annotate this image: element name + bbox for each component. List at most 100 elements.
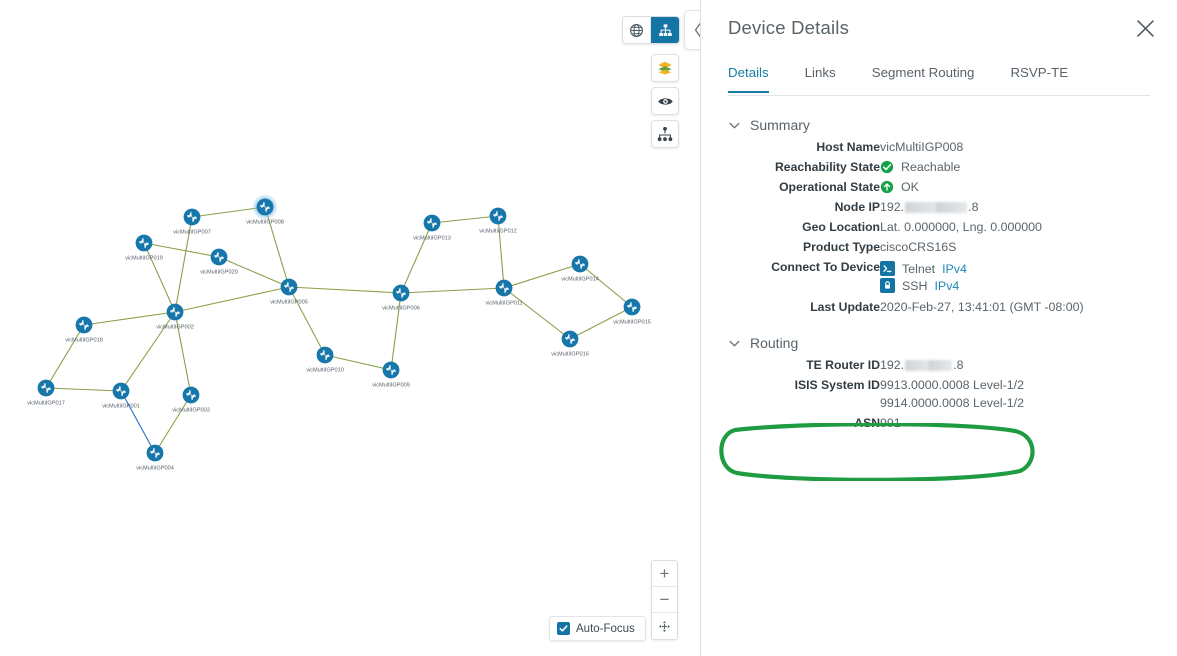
topology-node[interactable]: vicMultiIGP002 xyxy=(156,303,194,331)
topology-node[interactable]: vicMultiIGP005 xyxy=(270,278,308,306)
topology-node[interactable]: vicMultiIGP014 xyxy=(561,255,599,283)
zoom-out-button[interactable]: − xyxy=(652,587,677,613)
topology-edge[interactable] xyxy=(45,324,85,389)
topology-node[interactable]: vicMultiIGP008 xyxy=(246,194,284,226)
routing-section-header[interactable]: Routing xyxy=(728,335,1177,351)
topology-edge[interactable] xyxy=(154,394,192,454)
hierarchy-button[interactable] xyxy=(651,120,679,148)
router-icon[interactable] xyxy=(489,207,507,225)
router-icon[interactable] xyxy=(623,298,641,316)
connect-option-telnet[interactable]: Telnet IPv4 xyxy=(880,260,1084,277)
topology-edge[interactable] xyxy=(579,263,633,308)
isis-system-id-values: 9913.0000.0008 Level-1/2 9914.0000.0008 … xyxy=(880,375,1024,413)
router-icon[interactable] xyxy=(561,330,579,348)
zoom-controls[interactable]: + − xyxy=(651,560,678,640)
node-ip-value-cell: 192. .8 xyxy=(880,197,1084,217)
node-ip-prefix: 192. xyxy=(880,200,905,214)
topology-node[interactable]: vicMultiIGP006 xyxy=(382,284,420,312)
visibility-button[interactable] xyxy=(651,87,679,115)
router-icon[interactable] xyxy=(182,386,200,404)
row-isis-system-id: ISIS System ID 9913.0000.0008 Level-1/2 … xyxy=(728,375,1024,413)
geographic-view-button[interactable] xyxy=(623,17,651,43)
router-icon[interactable] xyxy=(135,234,153,252)
router-icon[interactable] xyxy=(392,284,410,302)
map-layers-button[interactable] xyxy=(651,54,679,82)
geo-location-value: Lat. 0.000000, Lng. 0.000000 xyxy=(880,220,1042,234)
router-icon[interactable] xyxy=(316,346,334,364)
topology-node[interactable]: vicMultiIGP010 xyxy=(306,346,344,374)
node-ip-label: Node IP xyxy=(834,200,880,214)
topology-edge[interactable] xyxy=(431,215,499,224)
router-icon[interactable] xyxy=(423,214,441,232)
topology-icon xyxy=(658,23,672,36)
topology-node[interactable]: vicMultiIGP018 xyxy=(65,316,103,344)
topology-edge[interactable] xyxy=(400,287,505,294)
router-icon[interactable] xyxy=(495,279,513,297)
topology-node-label: vicMultiIGP001 xyxy=(102,404,140,410)
lock-icon xyxy=(880,278,895,293)
collapse-panel-button[interactable] xyxy=(684,10,700,50)
topology-graph[interactable]: vicMultiIGP008 vicMultiIGP007 vicMultiIGP0… xyxy=(0,0,700,656)
last-update-value: 2020-Feb-27, 13:41:01 (GMT -08:00) xyxy=(880,300,1084,314)
topology-edge[interactable] xyxy=(83,311,176,326)
tab-segment-routing[interactable]: Segment Routing xyxy=(872,56,975,93)
topology-node[interactable]: vicMultiIGP003 xyxy=(172,386,210,414)
topology-edge[interactable] xyxy=(45,387,122,392)
router-icon[interactable] xyxy=(75,316,93,334)
router-icon[interactable] xyxy=(382,361,400,379)
auto-focus-toggle[interactable]: Auto-Focus xyxy=(549,616,646,641)
router-icon[interactable] xyxy=(146,444,164,462)
row-host-name: Host Name vicMultiIGP008 xyxy=(728,137,1084,157)
telnet-protocol-link[interactable]: IPv4 xyxy=(942,262,967,276)
close-panel-button[interactable] xyxy=(1133,16,1157,40)
topology-node[interactable]: vicMultiIGP001 xyxy=(102,382,140,410)
tab-rsvp-te[interactable]: RSVP-TE xyxy=(1010,56,1068,93)
topology-node[interactable]: vicMultiIGP007 xyxy=(173,208,211,236)
connect-option-ssh[interactable]: SSH IPv4 xyxy=(880,277,1084,294)
logical-view-button[interactable] xyxy=(651,17,679,43)
topology-edge[interactable] xyxy=(288,286,326,356)
topology-node[interactable]: vicMultiIGP016 xyxy=(551,330,589,358)
topology-edge[interactable] xyxy=(400,222,433,294)
topology-nodes[interactable]: vicMultiIGP008 vicMultiIGP007 vicMultiIGP0… xyxy=(27,194,651,472)
router-icon[interactable] xyxy=(112,382,130,400)
topology-canvas[interactable]: vicMultiIGP008 vicMultiIGP007 vicMultiIGP0… xyxy=(0,0,700,656)
router-icon[interactable] xyxy=(210,248,228,266)
topology-node-label: vicMultiIGP010 xyxy=(306,368,344,374)
topology-edge[interactable] xyxy=(497,215,505,289)
tab-details[interactable]: Details xyxy=(728,56,769,93)
topology-node[interactable]: vicMultiIGP015 xyxy=(613,298,651,326)
host-name-value: vicMultiIGP008 xyxy=(880,140,964,154)
router-icon[interactable] xyxy=(37,379,55,397)
router-icon[interactable] xyxy=(166,303,184,321)
ssh-protocol-link[interactable]: IPv4 xyxy=(934,279,959,293)
layers-icon xyxy=(658,61,672,75)
topology-node[interactable]: vicMultiIGP012 xyxy=(479,207,517,235)
router-icon[interactable] xyxy=(280,278,298,296)
topology-edge[interactable] xyxy=(143,242,176,313)
topology-node[interactable]: vicMultiIGP017 xyxy=(27,379,65,407)
panel-tabs[interactable]: Details Links Segment Routing RSVP-TE xyxy=(728,56,1150,96)
view-mode-toggle[interactable] xyxy=(622,16,680,44)
topology-edge[interactable] xyxy=(120,390,156,454)
geo-location-label: Geo Location xyxy=(802,220,880,234)
fit-to-screen-button[interactable] xyxy=(652,613,677,639)
topology-edge[interactable] xyxy=(288,286,402,294)
topology-edge[interactable] xyxy=(503,287,571,340)
router-icon[interactable] xyxy=(183,208,201,226)
topology-node[interactable]: vicMultiIGP019 xyxy=(125,234,163,262)
zoom-in-button[interactable]: + xyxy=(652,561,677,587)
auto-focus-checkbox[interactable] xyxy=(557,622,570,635)
fit-to-screen-icon xyxy=(659,620,670,632)
topology-node[interactable]: vicMultiIGP013 xyxy=(413,214,451,242)
row-node-ip: Node IP 192. .8 xyxy=(728,197,1084,217)
router-icon[interactable] xyxy=(571,255,589,273)
topology-node-label: vicMultiIGP002 xyxy=(156,325,194,331)
tab-links[interactable]: Links xyxy=(805,56,836,93)
summary-section-header[interactable]: Summary xyxy=(728,117,1177,133)
operational-value: OK xyxy=(901,180,919,194)
router-icon[interactable] xyxy=(256,198,274,216)
topology-node[interactable]: vicMultiIGP009 xyxy=(372,361,410,389)
isis-system-id-value-2: 9914.0000.0008 Level-1/2 xyxy=(880,396,1024,410)
topology-node[interactable]: vicMultiIGP004 xyxy=(136,444,174,472)
